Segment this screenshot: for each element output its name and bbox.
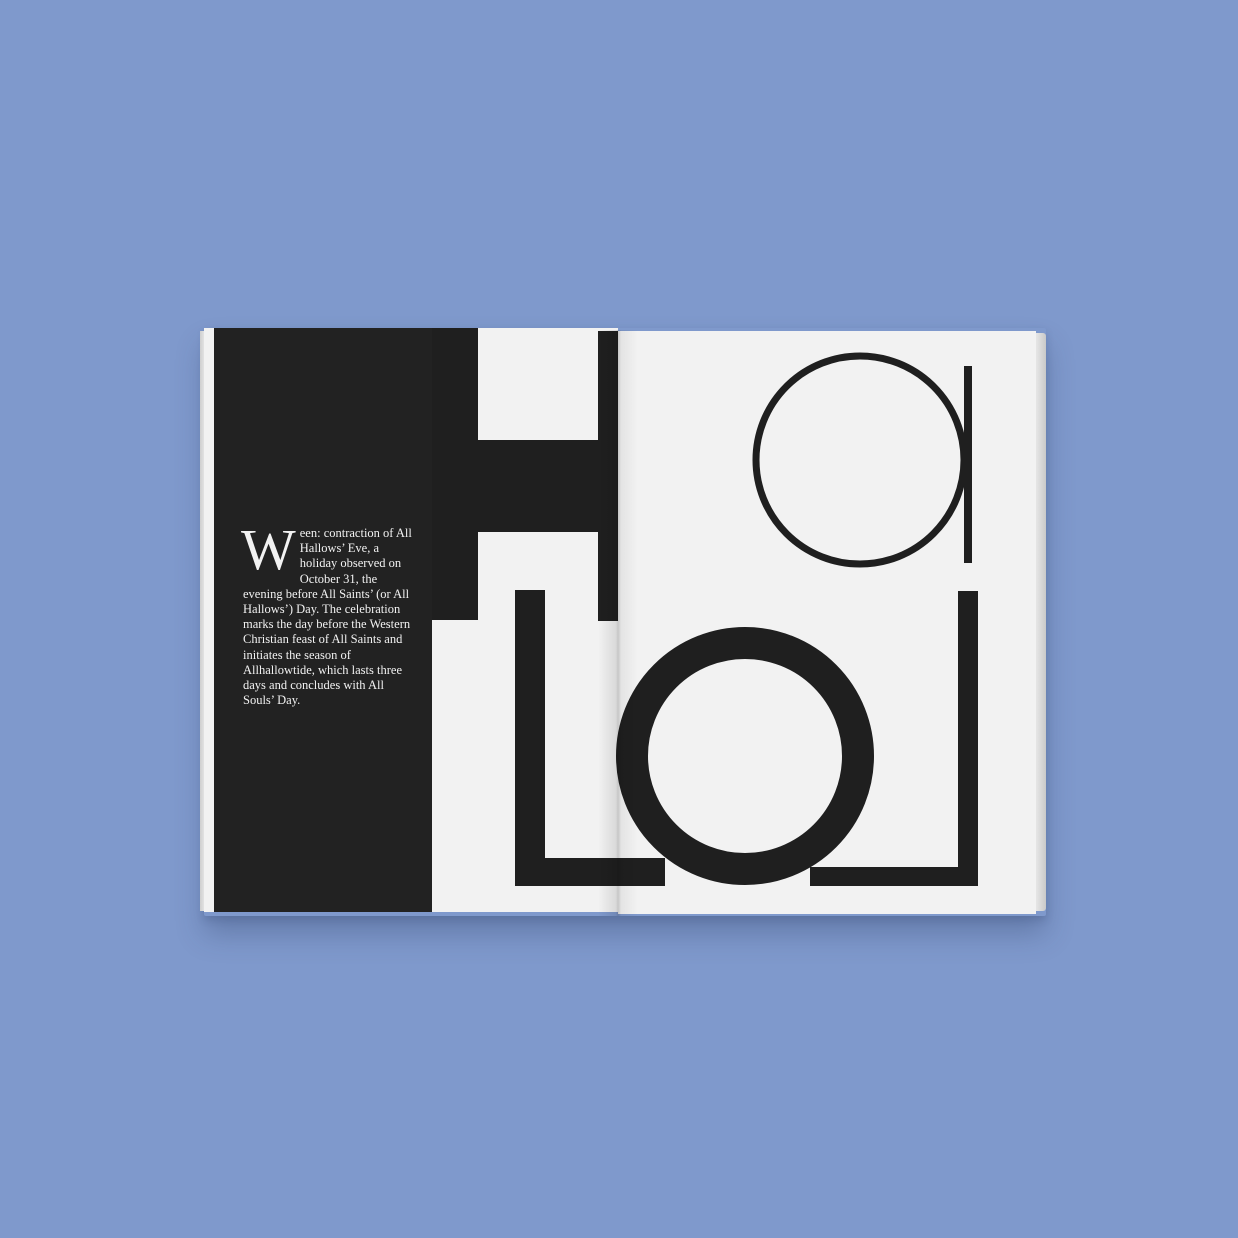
letter-a-stem xyxy=(964,366,972,563)
display-letters xyxy=(432,328,978,886)
letter-o xyxy=(616,627,874,885)
letter-a xyxy=(752,352,968,568)
letter-h xyxy=(432,328,618,621)
